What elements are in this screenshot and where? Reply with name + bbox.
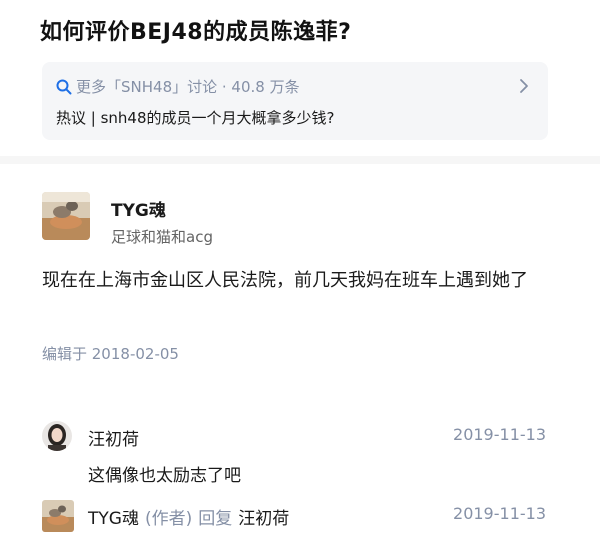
comment-time: 2019-11-13 (453, 425, 546, 444)
topic-more-link[interactable]: 更多「SNH48」讨论 · 40.8 万条 (56, 76, 300, 97)
chevron-right-icon[interactable] (518, 78, 530, 94)
author-bio: 足球和猫和acg (111, 228, 213, 246)
topic-card[interactable]: 更多「SNH48」讨论 · 40.8 万条 热议 | snh48的成员一个月大概… (42, 62, 548, 140)
topic-hot-link[interactable]: 热议 | snh48的成员一个月大概拿多少钱? (56, 107, 334, 128)
section-divider (0, 156, 600, 164)
comment-avatar[interactable] (42, 421, 72, 451)
topic-hot-prefix: 热议 | (56, 109, 101, 127)
edit-time: 编辑于 2018-02-05 (42, 345, 179, 363)
comment-author[interactable]: 汪初荷 (88, 425, 139, 450)
topic-hot-text: snh48的成员一个月大概拿多少钱? (100, 109, 335, 127)
answer-body: 现在在上海市金山区人民法院，前几天我妈在班车上遇到她了 (42, 270, 528, 291)
reply-verb: 回复 (198, 509, 233, 529)
reply-author[interactable]: TYG魂 (88, 504, 139, 529)
comment-text: 这偶像也太励志了吧 (88, 466, 241, 486)
search-icon (56, 79, 72, 94)
portrait-avatar-image (42, 421, 72, 451)
reply-target[interactable]: 汪初荷 (238, 504, 289, 529)
cat-avatar-image (42, 192, 90, 240)
reply-line: TYG魂 (作者) 回复 汪初荷 (88, 504, 289, 529)
author-avatar[interactable] (42, 192, 90, 240)
topic-more-label: 更多「SNH48」讨论 · 40.8 万条 (76, 78, 300, 96)
question-title[interactable]: 如何评价BEJ48的成员陈逸菲? (40, 14, 351, 46)
author-name[interactable]: TYG魂 (111, 196, 166, 221)
reply-time: 2019-11-13 (453, 504, 546, 523)
cat-avatar-image (42, 500, 74, 532)
reply-avatar[interactable] (42, 500, 74, 532)
reply-author-tag: (作者) (144, 509, 193, 529)
